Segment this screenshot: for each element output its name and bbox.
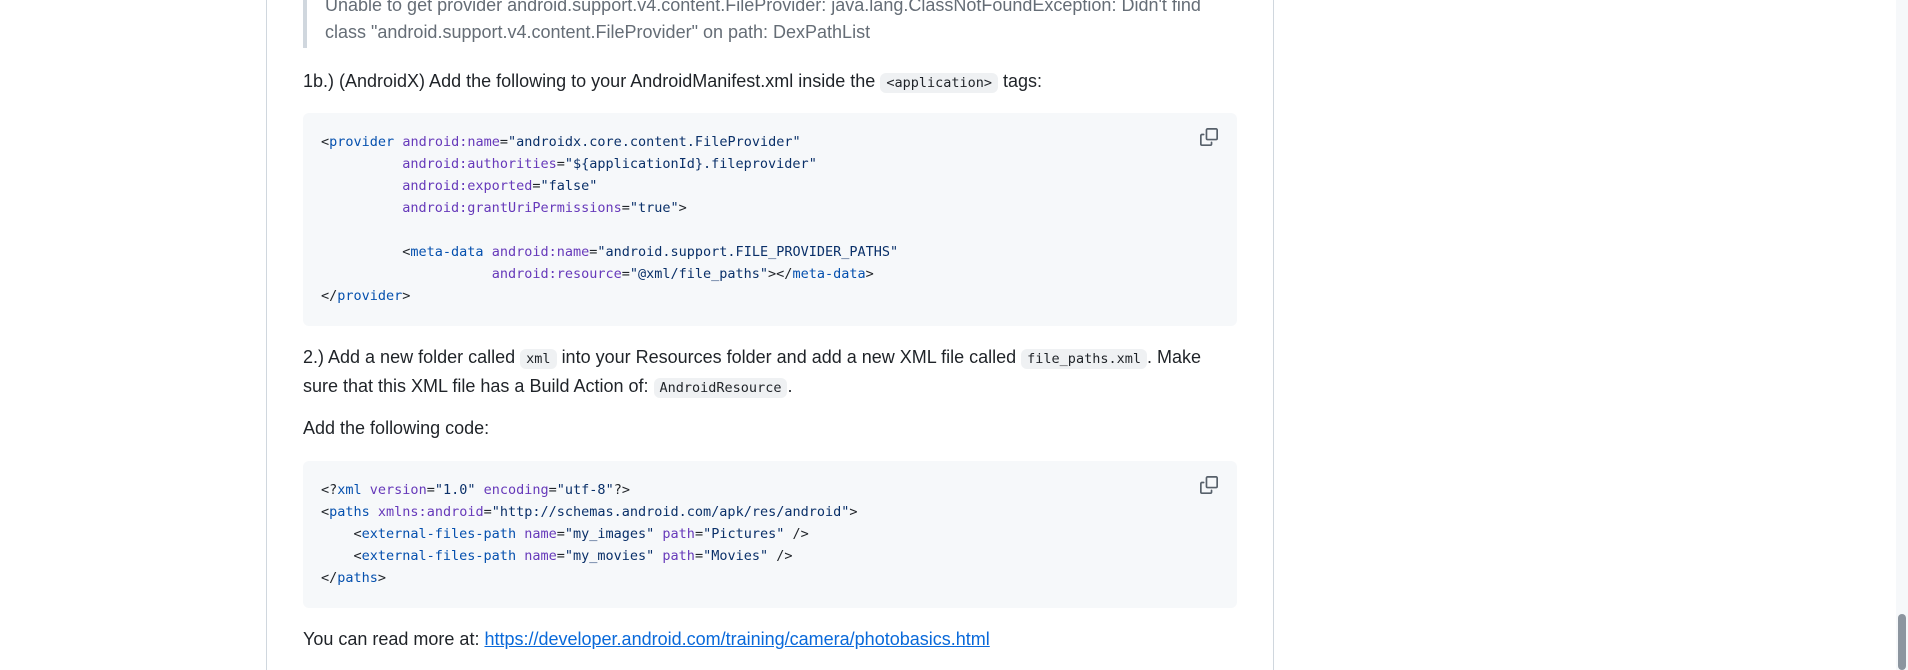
step-2-paragraph: 2.) Add a new folder called xml into you… (303, 344, 1237, 402)
step-2-part2: into your Resources folder and add a new… (561, 347, 1017, 367)
read-more-paragraph: You can read more at: https://developer.… (303, 626, 1237, 653)
scrollbar[interactable] (1896, 0, 1908, 670)
application-tag-code: <application> (880, 73, 998, 93)
xml-folder-code: xml (520, 349, 557, 369)
code-block-file-paths: <?xml version="1.0" encoding="utf-8"?> <… (303, 461, 1237, 608)
code-line: </provider> (321, 288, 411, 304)
photobasics-link[interactable]: https://developer.android.com/training/c… (484, 629, 989, 649)
code-line: android:authorities="${applicationId}.fi… (402, 156, 817, 172)
read-more-prefix: You can read more at: (303, 629, 480, 649)
step-2-part4: sure that this XML file has a Build Acti… (303, 376, 649, 396)
code-block-manifest: <provider android:name="androidx.core.co… (303, 113, 1237, 326)
step-1b-prefix: 1b.) (AndroidX) Add the following to you… (303, 71, 876, 91)
step-1b-suffix: tags: (1003, 71, 1043, 91)
step-2-part1: 2.) Add a new folder called (303, 347, 516, 367)
copy-button[interactable] (1195, 123, 1223, 151)
add-code-label: Add the following code: (303, 418, 490, 438)
code-line: <paths xmlns:android="http://schemas.and… (321, 504, 858, 520)
code-block-file-paths-content: <?xml version="1.0" encoding="utf-8"?> <… (321, 479, 1219, 589)
copy-icon (1200, 476, 1218, 494)
quote-line-2: class "android.support.v4.content.FilePr… (325, 22, 871, 42)
code-line: <external-files-path name="my_images" pa… (321, 526, 809, 542)
code-line: <provider android:name="androidx.core.co… (321, 134, 801, 150)
code-line: <meta-data android:name="android.support… (321, 244, 899, 260)
content-border-left (266, 0, 267, 670)
quote-line-1: Unable to get provider android.support.v… (325, 0, 1201, 15)
step-1b-paragraph: 1b.) (AndroidX) Add the following to you… (303, 68, 1237, 97)
code-block-manifest-content: <provider android:name="androidx.core.co… (321, 131, 1219, 307)
code-line: <external-files-path name="my_movies" pa… (321, 548, 793, 564)
copy-icon (1200, 128, 1218, 146)
step-2-part5: . (787, 376, 793, 396)
code-line: android:resource="@xml/file_paths"></met… (491, 266, 874, 282)
file-paths-code: file_paths.xml (1021, 349, 1147, 369)
step-2-part3: . Make (1146, 347, 1201, 367)
code-line: <?xml version="1.0" encoding="utf-8"?> (321, 482, 630, 498)
scrollbar-thumb[interactable] (1898, 614, 1906, 670)
android-resource-code: AndroidResource (653, 378, 788, 398)
code-line: </paths> (321, 570, 387, 586)
code-line: android:grantUriPermissions="true"> (402, 200, 687, 216)
error-quote: Unable to get provider android.support.v… (303, 0, 1237, 48)
code-line: android:exported="false" (402, 178, 598, 194)
content-border-right (1273, 0, 1274, 670)
copy-button[interactable] (1195, 471, 1223, 499)
